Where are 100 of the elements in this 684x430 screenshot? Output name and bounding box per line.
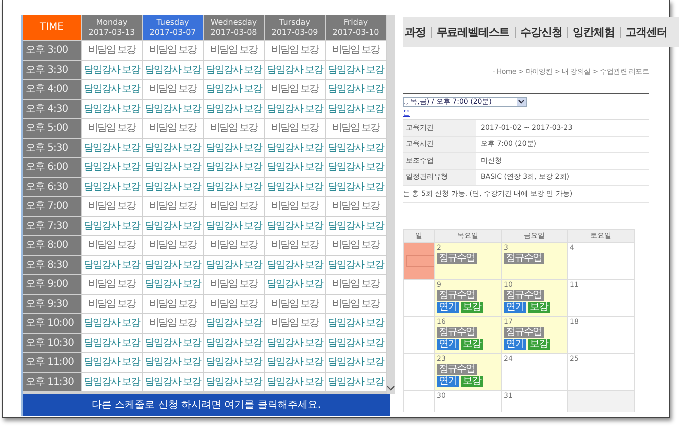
makeup-button[interactable]: 보강	[528, 302, 550, 313]
nav-link[interactable]: 수강신청	[514, 26, 568, 38]
slot-cell[interactable]: 비담임 보강	[326, 41, 386, 60]
slot-cell[interactable]: 담임강사 보강	[326, 80, 386, 98]
slot-cell[interactable]: 담임강사 보강	[82, 372, 142, 391]
slot-cell[interactable]: 비담임 보강	[143, 197, 203, 216]
slot-cell[interactable]: 담임강사 보강	[265, 138, 325, 157]
slot-cell[interactable]: 담임강사 보강	[82, 138, 142, 157]
slot-cell[interactable]: 비담임 보강	[82, 294, 142, 313]
slot-cell[interactable]: 담임강사 보강	[143, 178, 203, 196]
slot-cell[interactable]: 담임강사 보강	[143, 138, 203, 157]
slot-cell[interactable]: 담임강사 보강	[143, 372, 203, 391]
nav-link[interactable]: 고객센터	[620, 26, 672, 38]
slot-cell[interactable]: 비담임 보강	[82, 197, 142, 216]
slot-cell[interactable]: 담임강사 보강	[204, 80, 264, 98]
slot-cell[interactable]: 담임강사 보강	[204, 353, 264, 372]
slot-cell[interactable]: 비담임 보강	[265, 41, 325, 60]
postpone-button[interactable]: 연기	[437, 376, 459, 387]
slot-cell[interactable]: 담임강사 보강	[204, 60, 264, 79]
postpone-button[interactable]: 연기	[437, 302, 459, 313]
slot-cell[interactable]: 담임강사 보강	[204, 314, 264, 332]
slot-cell[interactable]: 비담임 보강	[143, 314, 203, 332]
slot-cell[interactable]: 비담임 보강	[204, 275, 264, 294]
slot-cell[interactable]: 담임강사 보강	[143, 353, 203, 372]
slot-cell[interactable]: 담임강사 보강	[204, 216, 264, 235]
slot-cell[interactable]: 담임강사 보강	[265, 275, 325, 294]
slot-cell[interactable]: 담임강사 보강	[326, 314, 386, 332]
slot-cell[interactable]: 담임강사 보강	[143, 216, 203, 235]
slot-cell[interactable]: 담임강사 보강	[326, 60, 386, 79]
nav-link[interactable]: 무료레벨테스트	[430, 26, 515, 38]
slot-cell[interactable]: 담임강사 보강	[204, 158, 264, 176]
slot-cell[interactable]: 비담임 보강	[82, 275, 142, 294]
makeup-button[interactable]: 보강	[461, 339, 483, 350]
slot-cell[interactable]: 담임강사 보강	[326, 256, 386, 274]
slot-cell[interactable]: 비담임 보강	[204, 294, 264, 313]
scrollbar[interactable]	[387, 15, 395, 394]
day-header[interactable]: Tuesday 2017-03-07	[143, 15, 203, 40]
slot-cell[interactable]: 담임강사 보강	[82, 353, 142, 372]
slot-cell[interactable]: 비담임 보강	[204, 236, 264, 254]
slot-cell[interactable]: 담임강사 보강	[326, 138, 386, 157]
slot-cell[interactable]: 비담임 보강	[326, 294, 386, 313]
slot-cell[interactable]: 비담임 보강	[265, 314, 325, 332]
slot-cell[interactable]: 비담임 보강	[143, 41, 203, 60]
slot-cell[interactable]: 담임강사 보강	[143, 60, 203, 79]
slot-cell[interactable]: 담임강사 보강	[204, 178, 264, 196]
slot-cell[interactable]: 담임강사 보강	[265, 353, 325, 372]
slot-cell[interactable]: 담임강사 보강	[82, 256, 142, 274]
slot-cell[interactable]: 담임강사 보강	[326, 216, 386, 235]
slot-cell[interactable]: 담임강사 보강	[82, 314, 142, 332]
slot-cell[interactable]: 담임강사 보강	[204, 372, 264, 391]
slot-cell[interactable]: 비담임 보강	[326, 197, 386, 216]
slot-cell[interactable]: 담임강사 보강	[326, 353, 386, 372]
slot-cell[interactable]: 담임강사 보강	[265, 372, 325, 391]
day-header[interactable]: Friday 2017-03-10	[326, 15, 386, 40]
slot-cell[interactable]: 담임강사 보강	[326, 178, 386, 196]
slot-cell[interactable]: 비담임 보강	[143, 119, 203, 138]
slot-cell[interactable]: 담임강사 보강	[265, 256, 325, 274]
slot-cell[interactable]: 비담임 보강	[326, 275, 386, 294]
slot-cell[interactable]: 비담임 보강	[326, 236, 386, 254]
postpone-button[interactable]: 연기	[437, 339, 459, 350]
slot-cell[interactable]: 비담임 보강	[82, 236, 142, 254]
makeup-button[interactable]: 보강	[528, 339, 550, 350]
scroll-down-icon[interactable]	[387, 386, 395, 391]
slot-cell[interactable]: 담임강사 보강	[143, 275, 203, 294]
slot-cell[interactable]: 비담임 보강	[265, 197, 325, 216]
slot-cell[interactable]: 담임강사 보강	[265, 100, 325, 118]
slot-cell[interactable]: 담임강사 보강	[82, 216, 142, 235]
nav-link[interactable]: 잉칸체험	[567, 26, 620, 38]
slot-cell[interactable]: 담임강사 보강	[143, 100, 203, 118]
slot-cell[interactable]: 담임강사 보강	[143, 158, 203, 176]
other-schedule-link[interactable]: 다른 스케줄로 신청 하시려면 여기를 클릭해주세요.	[23, 394, 390, 416]
slot-cell[interactable]: 비담임 보강	[143, 80, 203, 98]
slot-cell[interactable]: 담임강사 보강	[265, 334, 325, 352]
slot-cell[interactable]: 비담임 보강	[265, 236, 325, 254]
makeup-button[interactable]: 보강	[461, 376, 483, 387]
slot-cell[interactable]: 담임강사 보강	[82, 80, 142, 98]
slot-cell[interactable]: 담임강사 보강	[82, 158, 142, 176]
day-header[interactable]: Tursday 2017-03-09	[265, 15, 325, 40]
nav-link[interactable]: 과정	[405, 26, 431, 38]
slot-cell[interactable]: 담임강사 보강	[265, 158, 325, 176]
slot-cell[interactable]: 비담임 보강	[265, 294, 325, 313]
slot-cell[interactable]: 비담임 보강	[143, 236, 203, 254]
slot-cell[interactable]: 담임강사 보강	[204, 100, 264, 118]
slot-cell[interactable]: 담임강사 보강	[143, 256, 203, 274]
day-header[interactable]: Monday 2017-03-13	[82, 15, 142, 40]
slot-cell[interactable]: 담임강사 보강	[204, 334, 264, 352]
slot-cell[interactable]: 담임강사 보강	[82, 60, 142, 79]
slot-cell[interactable]: 비담임 보강	[265, 80, 325, 98]
slot-cell[interactable]: 담임강사 보강	[82, 178, 142, 196]
slot-cell[interactable]: 담임강사 보강	[82, 334, 142, 352]
slot-cell[interactable]: 담임강사 보강	[326, 158, 386, 176]
slot-cell[interactable]: 담임강사 보강	[326, 334, 386, 352]
slot-cell[interactable]: 비담임 보강	[326, 119, 386, 138]
slot-cell[interactable]: 비담임 보강	[204, 197, 264, 216]
slot-cell[interactable]: 담임강사 보강	[265, 178, 325, 196]
slot-cell[interactable]: 담임강사 보강	[265, 216, 325, 235]
slot-cell[interactable]: 비담임 보강	[204, 119, 264, 138]
slot-cell[interactable]: 담임강사 보강	[326, 100, 386, 118]
slot-cell[interactable]: 담임강사 보강	[204, 256, 264, 274]
slot-cell[interactable]: 비담임 보강	[82, 119, 142, 138]
